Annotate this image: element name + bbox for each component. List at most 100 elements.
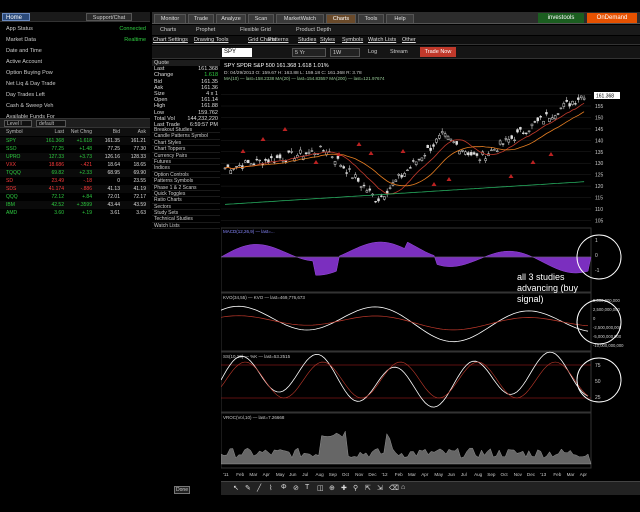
menu-patterns[interactable]: Patterns [268, 36, 288, 45]
menu-studies[interactable]: Studies [298, 36, 316, 45]
watchlist-row[interactable]: AMD 3.60 +.19 3.61 3.63 [0, 209, 150, 217]
watchlist-col-header[interactable]: Ask [124, 128, 146, 136]
account-info-row[interactable]: Net Liq & Day Trade [0, 79, 150, 90]
drawing-tool-icon[interactable]: ⌂ [401, 484, 405, 491]
watchlist-row[interactable]: IBM 42.52 +.3599 43.44 43.59 [0, 201, 150, 209]
watchlist-row[interactable]: TQQQ 69.82 +2.33 68.95 69.90 [0, 169, 150, 177]
kvo-tick: 0 [593, 316, 596, 321]
account-info-label: Day Trades Left [6, 92, 45, 98]
drawing-tool-icon[interactable]: ⇱ [365, 484, 371, 492]
menu-chart-settings[interactable]: Chart Settings [153, 36, 188, 45]
watchlist-row[interactable]: SD 23.49 -.18 0 23.55 [0, 177, 150, 185]
tab-marketwatch[interactable]: MarketWatch [276, 14, 324, 23]
drawing-tool-icon[interactable]: ✚ [341, 484, 347, 492]
watchlist-cell: 43.44 [107, 202, 120, 208]
price-tick: 115 [595, 196, 603, 202]
watchlist-row[interactable]: SSO 77.25 +1.48 77.25 77.30 [0, 145, 150, 153]
support-chat-button[interactable]: Support/Chat [86, 13, 132, 21]
watchlist-row[interactable]: SPY 161.368 +1.618 161.35 161.21 [0, 137, 150, 145]
drawing-tool-icon[interactable]: ⌇ [269, 484, 272, 492]
watchlist-cell: 43.59 [133, 202, 146, 208]
tab-monitor[interactable]: Monitor [154, 14, 186, 23]
top-nav: investools OnDemand Monitor Trade Analyze S… [152, 12, 640, 24]
menu-other[interactable]: Other [402, 36, 416, 45]
account-info-row[interactable]: Active Account [0, 57, 150, 68]
drawing-tool-icon[interactable]: ⊘ [293, 484, 299, 492]
watchlist-row[interactable]: QQQ 72.12 +.84 72.01 72.17 [0, 193, 150, 201]
trade-now-button[interactable]: Trade Now [420, 47, 456, 57]
drawing-tool-icon[interactable]: ✎ [245, 484, 251, 492]
price-tick: 130 [595, 161, 604, 167]
period-dropdown[interactable]: 5 Yr [292, 48, 326, 57]
ss-tick: 25 [595, 395, 601, 401]
done-button[interactable]: Done [174, 486, 190, 494]
menu-styles[interactable]: Styles [320, 36, 335, 45]
account-info-row[interactable]: Cash & Sweep Veh [0, 101, 150, 112]
drawing-tool-icon[interactable]: ⇲ [377, 484, 383, 492]
watchlist-bar: Level I default [0, 118, 150, 128]
aggregation-dropdown[interactable]: 1W [330, 48, 360, 57]
drawing-tool-icon[interactable]: ⊕ [329, 484, 335, 492]
chart-area[interactable]: SPY SPDR S&P 500 161.368 1.618 1.01% D: … [220, 60, 640, 480]
macd-label: MACD(12,26,9) — last=... [223, 229, 275, 234]
subtab-product-depth[interactable]: Product Depth [296, 26, 331, 34]
watchlist-name-dropdown[interactable]: default [36, 120, 66, 127]
drawing-tool-icon[interactable]: Φ [281, 484, 287, 491]
x-axis-label: Jun [448, 472, 456, 477]
tab-help[interactable]: Help [386, 14, 414, 23]
watchlist-col-header[interactable]: Last [42, 128, 64, 136]
account-info-list: App Status Connected Market Data Realtime Da… [0, 24, 150, 123]
price-tick: 155 [595, 104, 604, 110]
menu-drawing-tools[interactable]: Drawing Tools [194, 36, 228, 45]
signal-marker [446, 177, 452, 181]
tab-charts[interactable]: Charts [326, 14, 356, 23]
account-info-row[interactable]: Option Buying Pow [0, 68, 150, 79]
watchlist-cell: 161.35 [104, 138, 120, 144]
subtab-prophet[interactable]: Prophet [196, 26, 215, 34]
watchlist-cell: 69.82 [51, 170, 64, 176]
watchlist-level-dropdown[interactable]: Level I [4, 120, 32, 127]
watchlist-col-header[interactable]: Net Chng [66, 128, 92, 136]
symbol-input[interactable]: SPY [222, 48, 252, 57]
subtab-flexible-grid[interactable]: Flexible Grid [240, 26, 271, 34]
investools-logo[interactable]: investools [538, 13, 584, 23]
account-info-label: App Status [6, 26, 33, 32]
drawing-tool-icon[interactable]: ⚲ [353, 484, 358, 492]
log-checkbox[interactable]: Log [366, 48, 384, 57]
tab-scan[interactable]: Scan [248, 14, 274, 23]
price-tick: 110 [595, 207, 603, 213]
drawing-tool-icon[interactable]: ⌫ [389, 484, 399, 492]
price-chart-svg[interactable]: SPY SPDR S&P 500 161.368 1.618 1.01% D: … [220, 60, 640, 480]
drawing-tool-icon[interactable]: T [305, 484, 309, 491]
quote-label: Ask [154, 84, 164, 91]
tab-tools[interactable]: Tools [358, 14, 384, 23]
tab-analyze[interactable]: Analyze [216, 14, 246, 23]
menu-symbols[interactable]: Symbols [342, 36, 363, 45]
watchlist-row[interactable]: UPRO 127.33 +3.73 126.16 128.33 [0, 153, 150, 161]
watchlist-col-header[interactable]: Bid [98, 128, 120, 136]
account-info-row[interactable]: Market Data Realtime [0, 35, 150, 46]
watchlist-cell: 41.19 [133, 186, 146, 192]
studies-tree-item[interactable]: Watch Lists [152, 223, 220, 230]
x-axis-label: May [434, 472, 443, 477]
subtab-charts[interactable]: Charts [160, 26, 176, 34]
home-button[interactable]: Home [2, 13, 30, 21]
drawing-tool-icon[interactable]: ◫ [317, 484, 324, 492]
watchlist-row[interactable]: VXX 18.686 -.421 18.64 18.65 [0, 161, 150, 169]
watchlist-row[interactable]: SDS 41.174 -.886 41.13 41.19 [0, 185, 150, 193]
stream-checkbox[interactable]: Stream [388, 48, 414, 57]
x-axis-label: Dec [368, 472, 377, 477]
watchlist-header: Symbol Last Net Chng Bid Ask [0, 128, 150, 136]
account-info-row[interactable]: Date and Time [0, 46, 150, 57]
drawing-tool-icon[interactable]: ↖ [233, 484, 239, 492]
menu-watch-lists[interactable]: Watch Lists [368, 36, 396, 45]
x-axis-label: Aug [316, 472, 325, 477]
watchlist-col-header[interactable]: Symbol [6, 128, 36, 136]
ondemand-button[interactable]: OnDemand [587, 13, 637, 23]
account-info-row[interactable]: App Status Connected [0, 24, 150, 35]
drawing-tool-icon[interactable]: ╱ [257, 484, 261, 492]
watchlist-cell: -.886 [80, 186, 92, 192]
account-info-row[interactable]: Day Trades Left [0, 90, 150, 101]
tab-trade[interactable]: Trade [188, 14, 214, 23]
watchlist-cell: 0 [117, 178, 120, 184]
